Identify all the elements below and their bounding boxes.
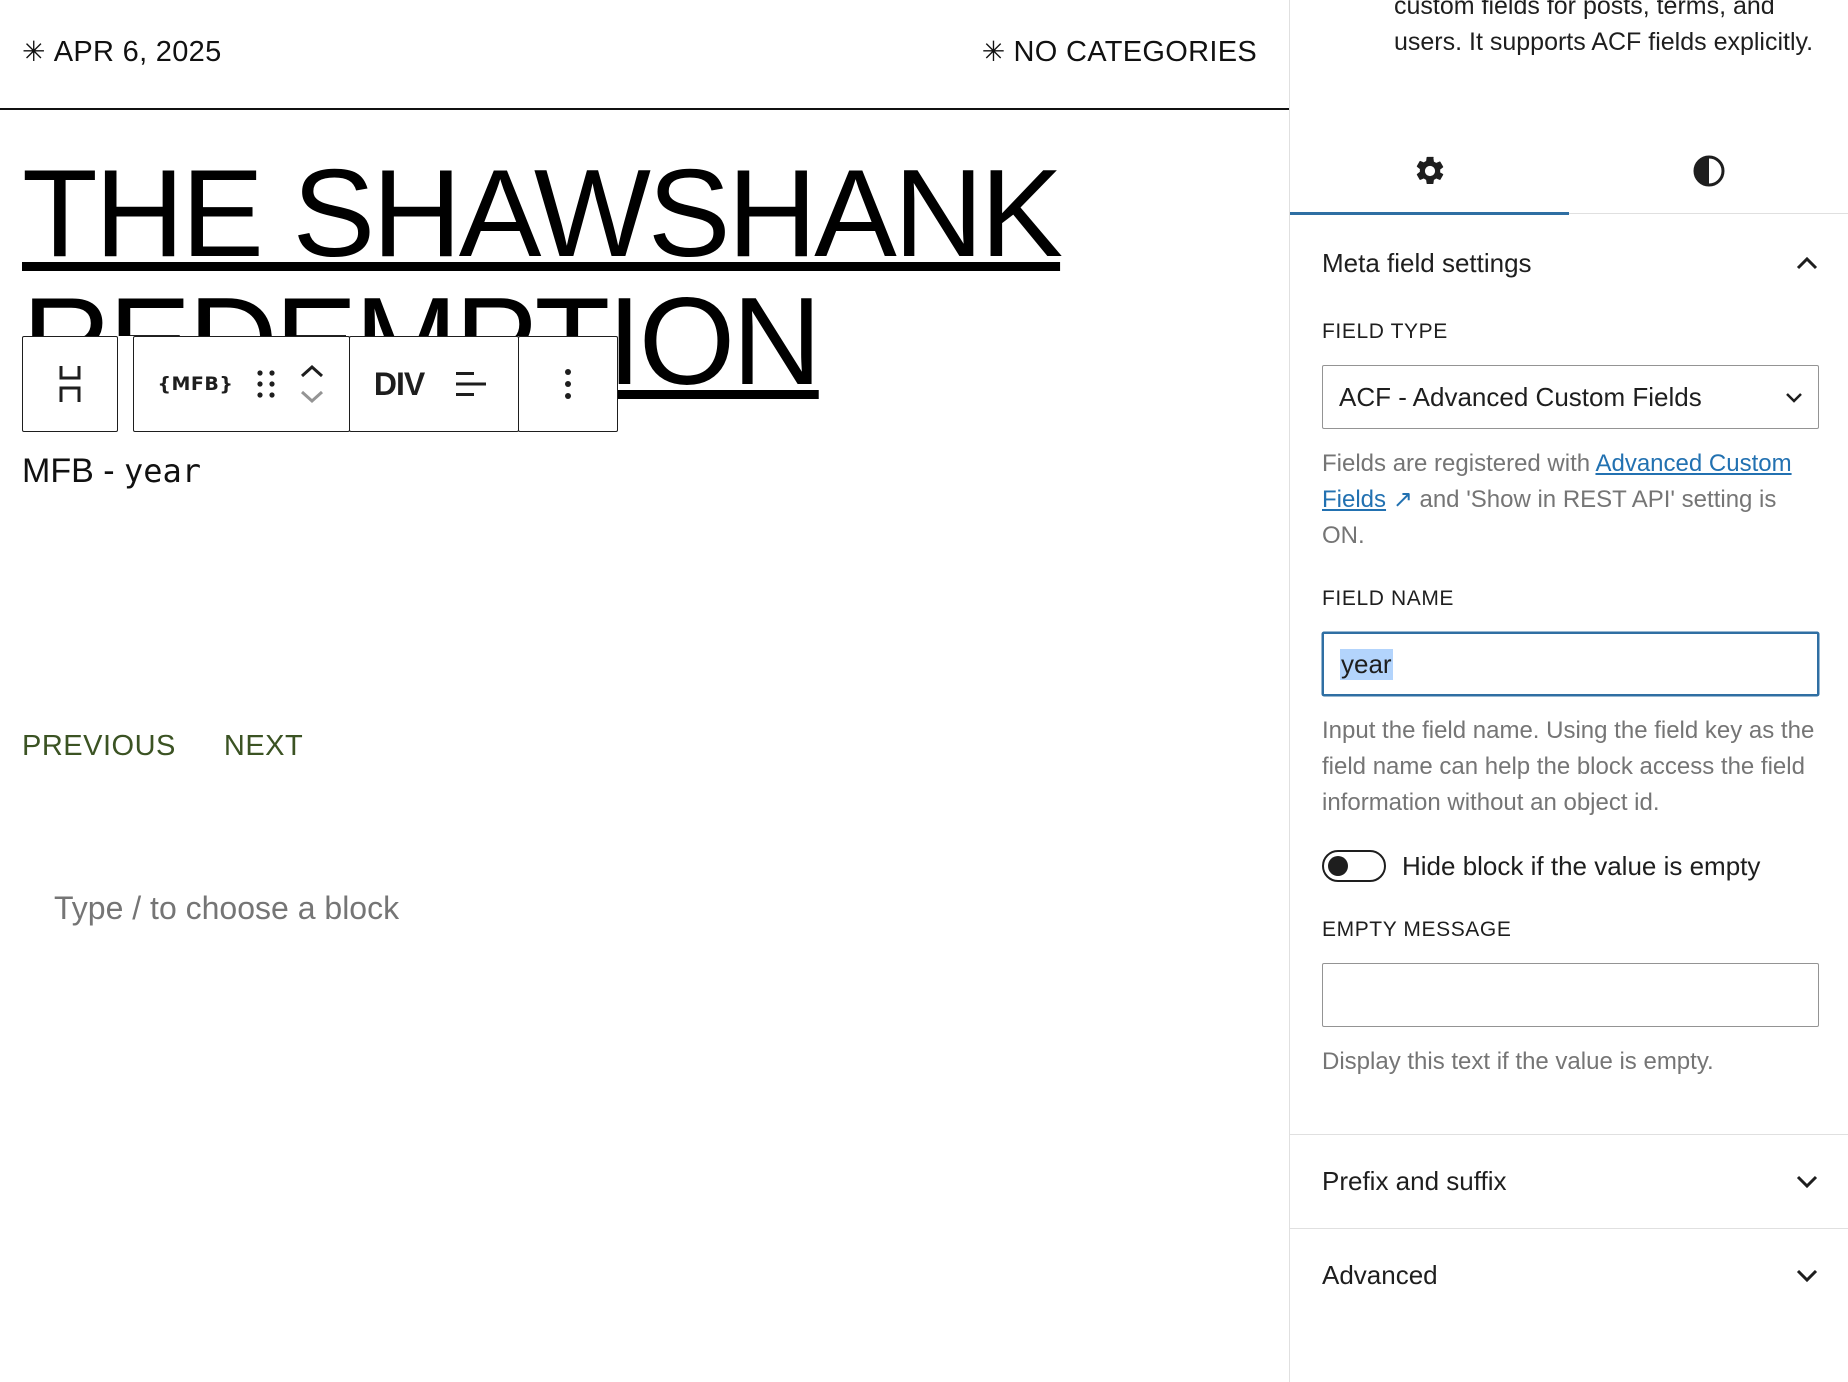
move-buttons	[299, 363, 325, 405]
field-name-label: FIELD NAME	[1322, 587, 1455, 610]
align-button[interactable]	[454, 367, 488, 401]
block-description: custom fields for posts, terms, and user…	[1394, 0, 1814, 56]
post-categories-text: NO CATEGORIES	[1013, 35, 1257, 68]
select-parent-button[interactable]	[55, 364, 85, 404]
post-navigation: PREVIOUS NEXT	[22, 730, 303, 763]
external-link-icon: ↗	[1392, 486, 1413, 513]
post-date[interactable]: ✳ APR 6, 2025	[22, 36, 222, 69]
field-type-value: ACF - Advanced Custom Fields	[1339, 381, 1702, 412]
mfb-field-name: year	[123, 452, 202, 490]
chevron-down-icon	[1796, 1175, 1818, 1188]
field-type-help: Fields are registered with Advanced Cust…	[1322, 446, 1822, 554]
asterisk-icon: ✳	[22, 36, 46, 67]
block-options-button[interactable]	[563, 367, 573, 401]
post-categories[interactable]: ✳ NO CATEGORIES	[982, 36, 1257, 69]
field-name-input[interactable]: year	[1322, 632, 1819, 696]
asterisk-icon: ✳	[981, 36, 1006, 67]
toolbar-parent-group	[22, 336, 118, 432]
toolbar-block-group: {MFB}	[132, 336, 351, 432]
drag-handle-icon	[257, 370, 276, 398]
field-name-help: Input the field name. Using the field ke…	[1322, 717, 1815, 816]
gear-icon	[1416, 156, 1443, 184]
empty-message-help: Display this text if the value is empty.	[1322, 1048, 1714, 1075]
empty-message-label: EMPTY MESSAGE	[1322, 918, 1512, 941]
hide-if-empty-label: Hide block if the value is empty	[1402, 850, 1761, 881]
post-meta-row: ✳ APR 6, 2025 ✳ NO CATEGORIES	[22, 32, 1257, 72]
editor-canvas: ✳ APR 6, 2025 ✳ NO CATEGORIES THE SHAWSH…	[0, 0, 1289, 1382]
field-type-help-suffix: and 'Show in REST API' setting is ON.	[1322, 486, 1777, 549]
chevron-down-icon	[1796, 1269, 1818, 1282]
move-up-icon[interactable]	[299, 363, 325, 379]
toolbar-tag-group: DIV	[348, 336, 520, 432]
field-type-select[interactable]: ACF - Advanced Custom Fields	[1322, 365, 1819, 429]
field-name-value: year	[1340, 648, 1393, 680]
block-type-button[interactable]: {MFB}	[158, 373, 234, 395]
tab-settings[interactable]	[1290, 128, 1569, 215]
hide-if-empty-row: Hide block if the value is empty	[1322, 850, 1760, 882]
toggle-knob	[1328, 856, 1348, 876]
advanced-section[interactable]: Advanced	[1290, 1228, 1848, 1322]
mfb-prefix: MFB -	[22, 452, 124, 490]
chevron-up-icon	[1796, 256, 1818, 270]
panel-title: Meta field settings	[1322, 247, 1532, 278]
drag-handle[interactable]	[255, 368, 277, 400]
field-type-label: FIELD TYPE	[1322, 320, 1448, 343]
move-down-icon[interactable]	[299, 389, 325, 405]
toolbar-options-group	[517, 336, 618, 432]
html-tag-button[interactable]: DIV	[374, 366, 425, 403]
settings-sidebar: custom fields for posts, terms, and user…	[1289, 0, 1848, 1382]
prefix-suffix-section[interactable]: Prefix and suffix	[1290, 1134, 1848, 1228]
sidebar-tabs	[1290, 128, 1848, 215]
prefix-suffix-title: Prefix and suffix	[1322, 1166, 1507, 1196]
chevron-down-icon	[1786, 393, 1802, 403]
empty-message-input[interactable]	[1322, 963, 1819, 1027]
previous-link[interactable]: PREVIOUS	[22, 730, 176, 763]
field-type-help-prefix: Fields are registered with	[1322, 450, 1596, 477]
header-divider	[0, 108, 1289, 110]
meta-field-settings-toggle[interactable]: Meta field settings	[1322, 240, 1820, 286]
more-vertical-icon	[564, 369, 571, 399]
block-appender-placeholder[interactable]: Type / to choose a block	[54, 890, 399, 927]
mfb-block-preview[interactable]: MFB - year	[22, 452, 201, 491]
tab-styles[interactable]	[1569, 128, 1848, 213]
hide-if-empty-toggle[interactable]	[1322, 850, 1386, 882]
group-parent-icon	[59, 366, 81, 402]
post-date-text: APR 6, 2025	[53, 35, 222, 68]
align-left-icon	[456, 372, 487, 396]
advanced-title: Advanced	[1322, 1260, 1438, 1290]
contrast-icon	[1693, 155, 1724, 186]
block-toolbar: {MFB} DIV	[22, 336, 618, 432]
next-link[interactable]: NEXT	[224, 730, 303, 763]
